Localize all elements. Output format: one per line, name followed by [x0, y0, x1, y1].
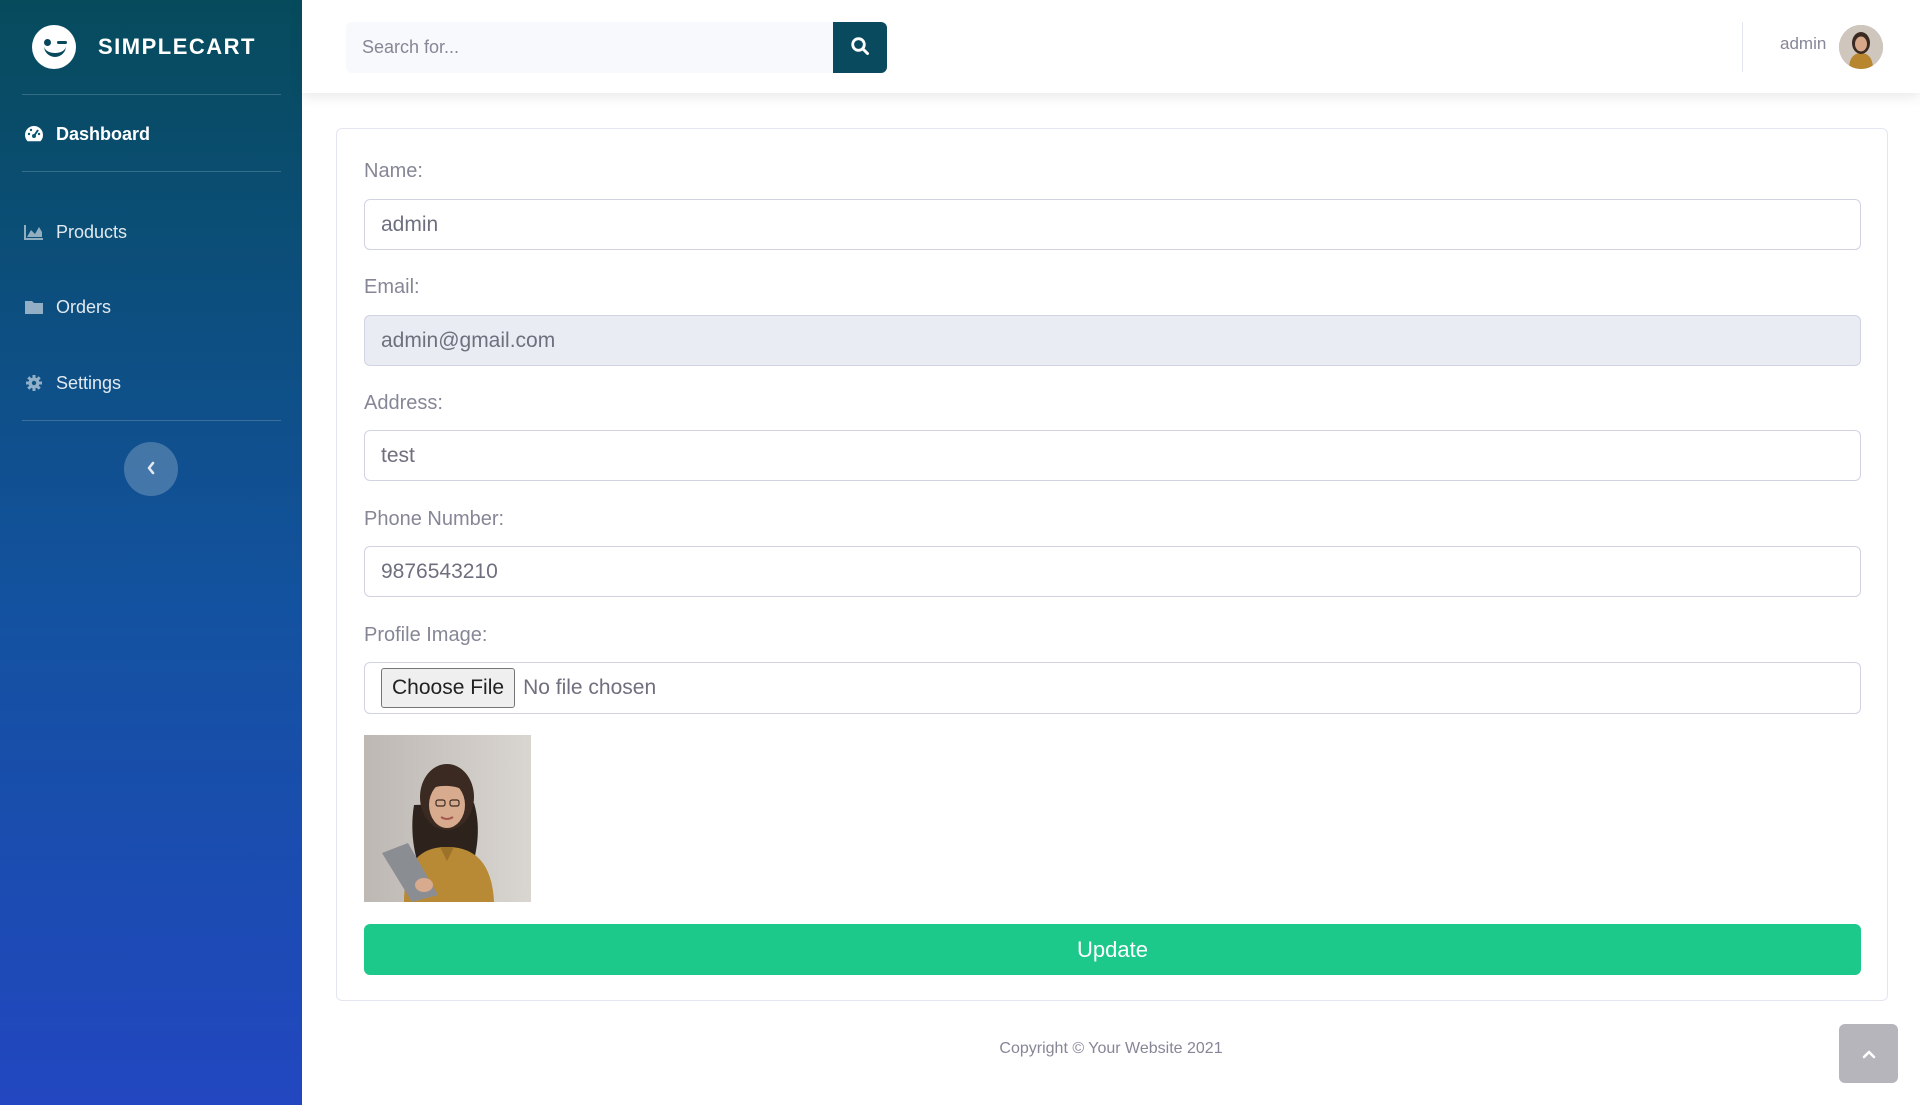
sidebar-divider [22, 171, 281, 172]
profile-image-preview [364, 735, 531, 902]
sidebar-item-label: Products [56, 221, 128, 242]
user-name[interactable]: admin [1780, 34, 1826, 54]
address-field[interactable] [364, 430, 1861, 481]
sidebar-item-label: Orders [56, 296, 112, 317]
sidebar-divider [22, 420, 281, 421]
brand-name: SIMPLECART [98, 33, 256, 59]
sidebar-item-dashboard[interactable]: Dashboard [22, 114, 281, 154]
sidebar-item-products[interactable]: Products [22, 212, 281, 252]
address-label: Address: [364, 392, 443, 414]
chevron-up-icon [1862, 1044, 1876, 1063]
folder-icon [22, 299, 46, 315]
sidebar-item-settings[interactable]: Settings [22, 363, 281, 403]
phone-label: Phone Number: [364, 508, 505, 530]
sidebar-item-label: Dashboard [56, 123, 151, 144]
choose-file-button[interactable]: Choose File [381, 668, 516, 708]
sidebar-divider [22, 94, 281, 95]
avatar[interactable] [1839, 25, 1883, 69]
search-input[interactable] [346, 22, 833, 73]
topbar-divider [1742, 22, 1743, 72]
sidebar-item-orders[interactable]: Orders [22, 287, 281, 327]
search-icon [850, 36, 870, 60]
footer-copyright: Copyright © Your Website 2021 [999, 1040, 1223, 1057]
sidebar: SIMPLECART Dashboard Products Orders Set… [0, 0, 302, 1105]
cog-icon [22, 374, 46, 392]
profile-image-input[interactable]: Choose File No file chosen [364, 662, 1861, 714]
brand[interactable]: SIMPLECART [0, 0, 302, 93]
chevron-left-icon [146, 460, 156, 479]
topbar: admin [302, 0, 1920, 93]
smile-wink-icon [32, 24, 76, 69]
sidebar-item-label: Settings [56, 372, 122, 393]
search-bar [346, 22, 887, 73]
chart-area-icon [22, 224, 46, 240]
file-status: No file chosen [523, 676, 657, 699]
email-field[interactable] [364, 315, 1861, 366]
update-button[interactable]: Update [364, 924, 1861, 975]
email-label: Email: [364, 276, 420, 298]
profile-image-label: Profile Image: [364, 624, 488, 646]
name-field[interactable] [364, 199, 1861, 250]
phone-field[interactable] [364, 546, 1861, 597]
sidebar-toggle-button[interactable] [124, 442, 178, 496]
name-label: Name: [364, 160, 423, 182]
profile-form-card: Name: Email: Address: Phone Number: Prof… [336, 128, 1888, 1001]
scroll-to-top-button[interactable] [1839, 1024, 1898, 1083]
search-button[interactable] [833, 22, 887, 73]
tachometer-icon [22, 125, 46, 143]
